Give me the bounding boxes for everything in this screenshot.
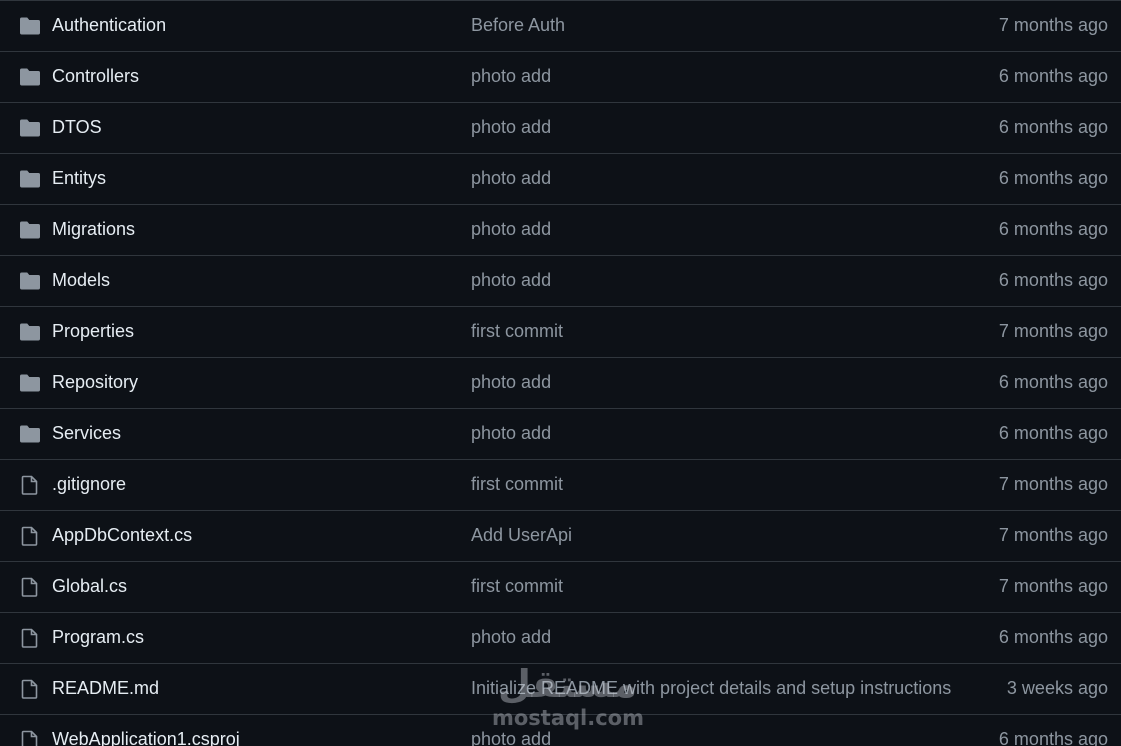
folder-icon xyxy=(19,220,41,240)
commit-message-link[interactable]: photo add xyxy=(471,256,551,305)
commit-message-link[interactable]: Before Auth xyxy=(471,1,565,50)
file-name-link[interactable]: Authentication xyxy=(52,1,166,50)
file-row[interactable]: DTOS photo add 6 months ago xyxy=(0,103,1121,154)
folder-icon xyxy=(19,118,41,138)
file-name-link[interactable]: Program.cs xyxy=(52,613,144,662)
commit-message-link[interactable]: Initialize README with project details a… xyxy=(471,664,951,713)
file-name-link[interactable]: Migrations xyxy=(52,205,135,254)
file-row[interactable]: WebApplication1.csproj photo add 6 months … xyxy=(0,715,1121,746)
commit-age: 7 months ago xyxy=(998,321,1108,341)
commit-age: 6 months ago xyxy=(998,117,1108,137)
file-name-link[interactable]: Models xyxy=(52,256,110,305)
commit-age: 3 weeks ago xyxy=(1006,678,1108,698)
file-name-link[interactable]: README.md xyxy=(52,664,159,713)
file-name-link[interactable]: Global.cs xyxy=(52,562,127,611)
folder-icon xyxy=(19,424,41,444)
commit-age: 6 months ago xyxy=(998,168,1108,188)
commit-message-link[interactable]: photo add xyxy=(471,613,551,662)
file-name-link[interactable]: Entitys xyxy=(52,154,106,203)
commit-age: 6 months ago xyxy=(998,66,1108,86)
commit-age: 7 months ago xyxy=(998,474,1108,494)
file-name-link[interactable]: Services xyxy=(52,409,121,458)
folder-icon xyxy=(19,271,41,291)
file-name-link[interactable]: AppDbContext.cs xyxy=(52,511,192,560)
file-icon xyxy=(19,526,41,546)
commit-message-link[interactable]: photo add xyxy=(471,358,551,407)
commit-message-link[interactable]: photo add xyxy=(471,103,551,152)
file-row[interactable]: Global.cs first commit 7 months ago xyxy=(0,562,1121,613)
commit-message-link[interactable]: first commit xyxy=(471,460,563,509)
folder-icon xyxy=(19,322,41,342)
file-row[interactable]: Controllers photo add 6 months ago xyxy=(0,52,1121,103)
commit-age: 6 months ago xyxy=(998,219,1108,239)
file-row[interactable]: Program.cs photo add 6 months ago xyxy=(0,613,1121,664)
file-row[interactable]: .gitignore first commit 7 months ago xyxy=(0,460,1121,511)
commit-message-link[interactable]: first commit xyxy=(471,562,563,611)
file-icon xyxy=(19,730,41,746)
file-row[interactable]: Models photo add 6 months ago xyxy=(0,256,1121,307)
commit-age: 7 months ago xyxy=(998,576,1108,596)
file-icon xyxy=(19,679,41,699)
commit-age: 7 months ago xyxy=(998,15,1108,35)
commit-age: 6 months ago xyxy=(998,372,1108,392)
file-name-link[interactable]: Repository xyxy=(52,358,138,407)
file-name-link[interactable]: .gitignore xyxy=(52,460,126,509)
commit-age: 6 months ago xyxy=(998,423,1108,443)
file-name-link[interactable]: WebApplication1.csproj xyxy=(52,715,240,746)
folder-icon xyxy=(19,67,41,87)
commit-message-link[interactable]: photo add xyxy=(471,154,551,203)
commit-message-link[interactable]: Add UserApi xyxy=(471,511,572,560)
file-name-link[interactable]: Controllers xyxy=(52,52,139,101)
file-row[interactable]: Repository photo add 6 months ago xyxy=(0,358,1121,409)
file-row[interactable]: Authentication Before Auth 7 months ago xyxy=(0,1,1121,52)
commit-message-link[interactable]: photo add xyxy=(471,715,551,746)
file-icon xyxy=(19,475,41,495)
file-name-link[interactable]: DTOS xyxy=(52,103,102,152)
file-row[interactable]: Migrations photo add 6 months ago xyxy=(0,205,1121,256)
file-list: Authentication Before Auth 7 months ago Con… xyxy=(0,0,1121,746)
file-row[interactable]: README.md Initialize README with project … xyxy=(0,664,1121,715)
file-row[interactable]: Properties first commit 7 months ago xyxy=(0,307,1121,358)
file-icon xyxy=(19,577,41,597)
folder-icon xyxy=(19,373,41,393)
file-row[interactable]: AppDbContext.cs Add UserApi 7 months ago xyxy=(0,511,1121,562)
folder-icon xyxy=(19,16,41,36)
commit-age: 6 months ago xyxy=(998,627,1108,647)
commit-age: 6 months ago xyxy=(998,270,1108,290)
folder-icon xyxy=(19,169,41,189)
file-name-link[interactable]: Properties xyxy=(52,307,134,356)
commit-message-link[interactable]: first commit xyxy=(471,307,563,356)
file-row[interactable]: Services photo add 6 months ago xyxy=(0,409,1121,460)
commit-age: 7 months ago xyxy=(998,525,1108,545)
commit-age: 6 months ago xyxy=(998,729,1108,746)
commit-message-link[interactable]: photo add xyxy=(471,205,551,254)
commit-message-link[interactable]: photo add xyxy=(471,409,551,458)
file-row[interactable]: Entitys photo add 6 months ago xyxy=(0,154,1121,205)
commit-message-link[interactable]: photo add xyxy=(471,52,551,101)
file-icon xyxy=(19,628,41,648)
